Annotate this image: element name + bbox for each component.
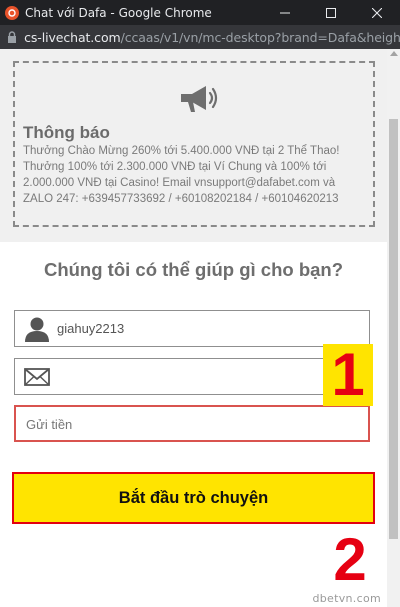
start-chat-button[interactable]: Bắt đầu trò chuyện	[12, 472, 375, 524]
envelope-icon	[24, 368, 50, 386]
notice-section: Thông báo Thưởng Chào Mừng 260% tới 5.40…	[0, 49, 387, 242]
user-icon	[25, 317, 49, 342]
username-value: giahuy2213	[57, 321, 125, 336]
message-placeholder: Gửi tiền	[26, 417, 73, 432]
maximize-icon	[326, 7, 336, 18]
close-window-button[interactable]	[354, 0, 400, 25]
help-heading: Chúng tôi có thể giúp gì cho bạn?	[43, 259, 344, 280]
notice-box: Thông báo Thưởng Chào Mừng 260% tới 5.40…	[13, 61, 375, 227]
url-text[interactable]: cs-livechat.com/ccaas/v1/vn/mc-desktop?b…	[24, 30, 400, 45]
dafa-favicon-icon	[5, 5, 19, 20]
page-scrollbar[interactable]	[387, 49, 400, 607]
notice-text: Thưởng Chào Mừng 260% tới 5.400.000 VNĐ …	[23, 145, 340, 205]
maximize-button[interactable]	[308, 0, 354, 25]
message-input[interactable]: Gửi tiền	[14, 405, 370, 442]
close-icon	[372, 7, 382, 18]
window-titlebar: Chat với Dafa - Google Chrome	[0, 0, 400, 25]
notice-title: Thông báo	[23, 123, 110, 142]
username-field[interactable]: giahuy2213	[14, 310, 370, 347]
lock-icon[interactable]	[7, 31, 17, 43]
address-bar[interactable]: cs-livechat.com/ccaas/v1/vn/mc-desktop?b…	[0, 25, 400, 49]
url-domain: cs-livechat.com	[24, 29, 121, 45]
window-title: Chat với Dafa - Google Chrome	[25, 5, 212, 20]
scrollbar-thumb[interactable]	[389, 119, 398, 539]
minimize-button[interactable]	[262, 0, 308, 25]
annotation-marker-2: 2	[323, 527, 377, 593]
email-field[interactable]	[14, 358, 370, 395]
minimize-icon	[280, 12, 290, 13]
megaphone-icon	[181, 86, 218, 112]
scroll-up-arrow-icon[interactable]	[390, 51, 398, 56]
watermark: dbetvn.com	[312, 592, 381, 605]
chat-page: Thông báo Thưởng Chào Mừng 260% tới 5.40…	[0, 49, 387, 607]
annotation-marker-1: 1	[323, 344, 373, 406]
url-path: /ccaas/v1/vn/mc-desktop?brand=Dafa&heigh…	[120, 29, 400, 45]
